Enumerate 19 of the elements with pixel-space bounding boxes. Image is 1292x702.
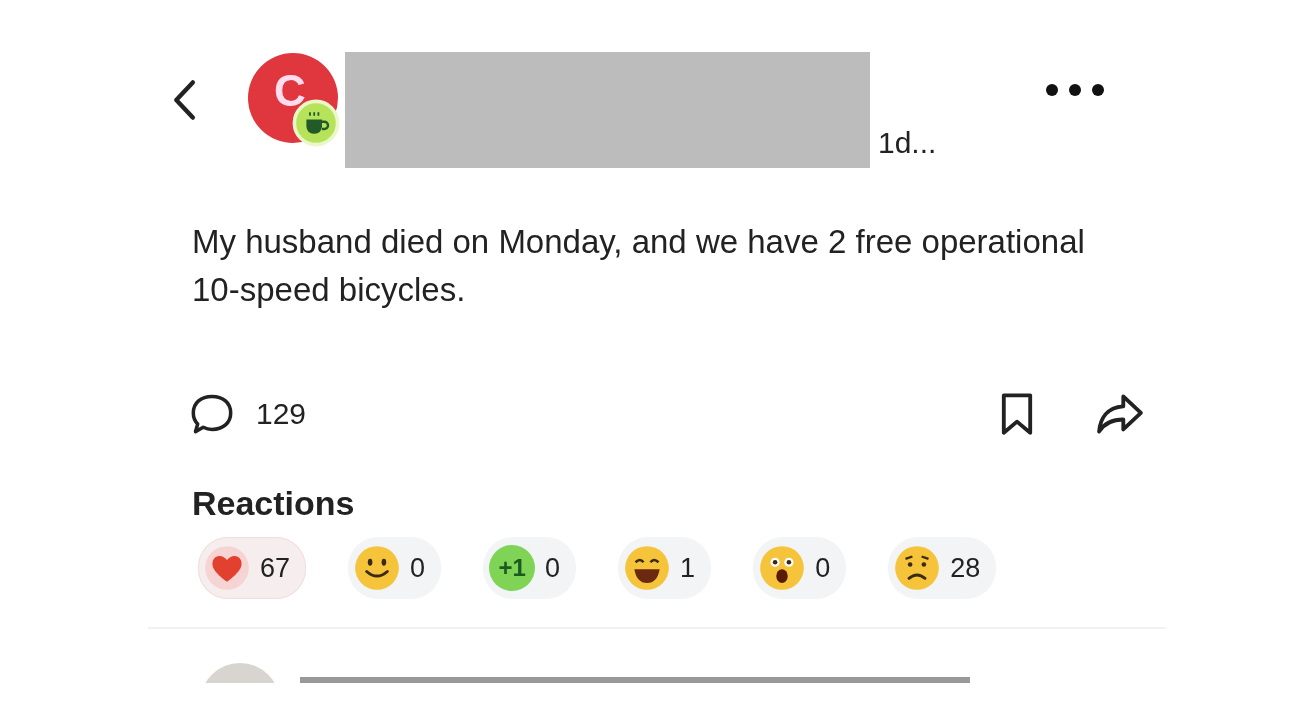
post-time: 1d... <box>878 126 937 160</box>
worried-face-icon <box>894 545 941 591</box>
comment-count: 129 <box>256 397 307 431</box>
comment-icon[interactable] <box>190 392 234 436</box>
smile-face-icon <box>354 545 401 591</box>
share-icon[interactable] <box>1095 392 1145 436</box>
plus-one-emoji: +1 <box>489 545 536 591</box>
reaction-button[interactable]: 1 <box>618 537 712 599</box>
reaction-button[interactable]: +1 0 <box>483 537 577 599</box>
reaction-button[interactable]: 67 <box>198 537 307 599</box>
reactions-heading: Reactions <box>192 484 356 523</box>
more-options-icon[interactable] <box>1045 83 1105 97</box>
reaction-button[interactable]: 0 <box>753 537 847 599</box>
reaction-button[interactable]: 0 <box>348 537 442 599</box>
grin-face-icon <box>624 545 671 591</box>
shocked-face-icon <box>759 545 806 591</box>
reaction-button[interactable]: 28 <box>888 537 997 599</box>
post-text: My husband died on Monday, and we have 2 free operational 10-speed bicycles. <box>192 222 1086 310</box>
bookmark-icon[interactable] <box>999 392 1035 436</box>
